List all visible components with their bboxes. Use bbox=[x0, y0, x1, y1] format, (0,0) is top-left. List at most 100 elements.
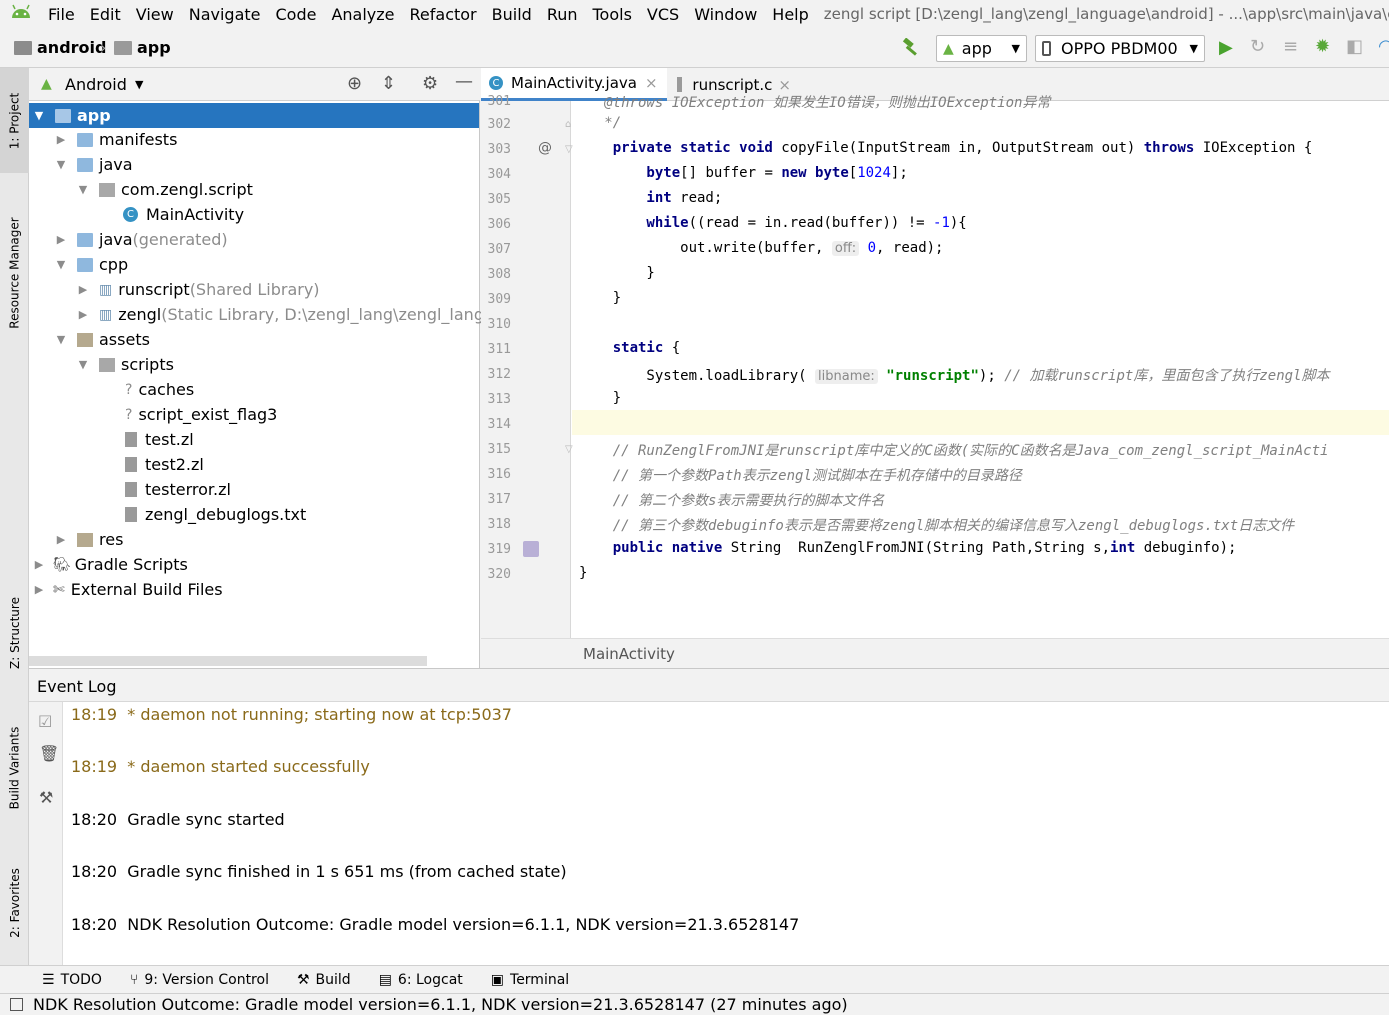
attach-debugger-icon[interactable]: ◧ bbox=[1346, 36, 1363, 57]
menu-analyze[interactable]: Analyze bbox=[331, 5, 394, 24]
menu-refactor[interactable]: Refactor bbox=[410, 5, 477, 24]
menu-run[interactable]: Run bbox=[547, 5, 578, 24]
tree-item-runscript[interactable]: ▶ ▥ runscript (Shared Library) bbox=[77, 277, 320, 302]
menu-build[interactable]: Build bbox=[492, 5, 532, 24]
run-icon[interactable]: ▶ bbox=[1219, 37, 1233, 58]
apply-code-changes-icon[interactable]: ≡ bbox=[1283, 36, 1298, 57]
chevron-right-icon[interactable]: ▶ bbox=[55, 233, 67, 246]
menu-code[interactable]: Code bbox=[276, 5, 317, 24]
build-tool-button[interactable]: ⚒ Build bbox=[297, 972, 351, 988]
structure-tool-tab[interactable]: Z: Structure bbox=[0, 583, 29, 683]
code-editor: C MainActivity.java × runscript.c × 301 … bbox=[481, 68, 1389, 668]
editor-breadcrumb[interactable]: MainActivity bbox=[583, 645, 675, 663]
fold-marker-icon[interactable]: ⌂ bbox=[565, 119, 571, 130]
menu-help[interactable]: Help bbox=[772, 5, 808, 24]
tree-item-caches[interactable]: ? caches bbox=[125, 377, 194, 402]
tree-item-java[interactable]: ▼ java bbox=[55, 152, 133, 177]
chevron-right-icon[interactable]: ▶ bbox=[77, 308, 89, 321]
tree-item-assets[interactable]: ▼ assets bbox=[55, 327, 150, 352]
implementation-marker-icon[interactable]: @ bbox=[538, 140, 552, 156]
tree-item-script-exist-flag3[interactable]: ? script_exist_flag3 bbox=[125, 402, 277, 427]
close-icon[interactable]: × bbox=[778, 76, 791, 94]
close-icon[interactable]: × bbox=[645, 74, 658, 92]
chevron-down-icon[interactable]: ▼ bbox=[33, 109, 45, 122]
line-number: 320 bbox=[487, 567, 511, 582]
menu-file[interactable]: File bbox=[48, 5, 75, 24]
tree-item-res[interactable]: ▶ res bbox=[55, 527, 124, 552]
apply-changes-icon[interactable]: ↻ bbox=[1250, 36, 1265, 57]
favorites-tool-tab[interactable]: 2: Favorites bbox=[0, 853, 29, 953]
chevron-down-icon[interactable]: ▼ bbox=[55, 258, 67, 271]
menu-tools[interactable]: Tools bbox=[593, 5, 632, 24]
project-folder-icon bbox=[14, 41, 32, 55]
chevron-right-icon[interactable]: ▶ bbox=[55, 133, 67, 146]
chevron-right-icon[interactable]: ▶ bbox=[33, 558, 45, 571]
menu-window[interactable]: Window bbox=[694, 5, 757, 24]
gear-icon[interactable]: ⚙ bbox=[422, 73, 438, 94]
minimize-icon[interactable]: — bbox=[455, 71, 473, 92]
status-message[interactable]: NDK Resolution Outcome: Gradle model ver… bbox=[33, 995, 848, 1014]
tree-item-external-build-files[interactable]: ▶ ✄ External Build Files bbox=[33, 577, 223, 602]
tree-item-zengl-debuglogs[interactable]: zengl_debuglogs.txt bbox=[125, 502, 306, 527]
tree-item-package[interactable]: ▼ com.zengl.script bbox=[77, 177, 253, 202]
status-window-icon[interactable] bbox=[10, 998, 23, 1011]
horizontal-scrollbar[interactable] bbox=[29, 656, 427, 666]
build-variants-tool-tab[interactable]: Build Variants bbox=[0, 713, 29, 823]
wrench-icon[interactable]: ⚒ bbox=[39, 788, 53, 807]
version-control-tool-button[interactable]: ⑂ 9: Version Control bbox=[130, 972, 269, 988]
tree-item-manifests[interactable]: ▶ manifests bbox=[55, 127, 178, 152]
locate-target-icon[interactable]: ⊕ bbox=[347, 73, 362, 94]
tree-item-mainactivity[interactable]: C MainActivity bbox=[123, 202, 244, 227]
tree-item-cpp[interactable]: ▼ cpp bbox=[55, 252, 128, 277]
trash-icon[interactable]: 🗑︎ bbox=[39, 744, 59, 763]
navigation-toolbar: android › app ▲ app ▼ OPPO PBDM00 ▼ ▶ ↻ … bbox=[0, 28, 1389, 68]
chevron-down-icon[interactable]: ▼ bbox=[77, 358, 89, 371]
tree-item-test2-zl[interactable]: test2.zl bbox=[125, 452, 204, 477]
logcat-tool-button[interactable]: ▤ 6: Logcat bbox=[379, 972, 463, 988]
terminal-tool-button[interactable]: ▣ Terminal bbox=[491, 972, 569, 988]
chevron-down-icon[interactable]: ▼ bbox=[135, 78, 143, 91]
fold-marker-icon[interactable]: ▽ bbox=[565, 144, 573, 155]
project-view-mode[interactable]: Android bbox=[65, 75, 127, 94]
fold-marker-icon[interactable]: ▽ bbox=[565, 444, 573, 455]
window-title: zengl script [D:\zengl_lang\zengl_langua… bbox=[823, 5, 1389, 23]
parameter-hint: libname: bbox=[815, 369, 878, 384]
menu-view[interactable]: View bbox=[136, 5, 174, 24]
collapse-all-icon[interactable]: ⇕ bbox=[381, 73, 396, 94]
tree-item-zengl[interactable]: ▶ ▥ zengl (Static Library, D:\zengl_lang… bbox=[77, 302, 514, 327]
tree-item-app[interactable]: ▼ app bbox=[29, 103, 479, 128]
native-method-marker-icon[interactable] bbox=[523, 541, 539, 557]
project-tool-tab[interactable]: 1: Project bbox=[0, 68, 29, 173]
bottom-tool-bar: ☰ TODO ⑂ 9: Version Control ⚒ Build ▤ 6:… bbox=[0, 965, 1389, 993]
menu-vcs[interactable]: VCS bbox=[647, 5, 679, 24]
module-folder-icon bbox=[114, 41, 132, 55]
tree-item-scripts[interactable]: ▼ scripts bbox=[77, 352, 174, 377]
chevron-right-icon[interactable]: ▶ bbox=[33, 583, 45, 596]
breadcrumb-root[interactable]: android bbox=[37, 38, 106, 57]
tree-item-java-generated[interactable]: ▶ java (generated) bbox=[55, 227, 228, 252]
breadcrumb-module[interactable]: app bbox=[137, 38, 171, 57]
chevron-down-icon[interactable]: ▼ bbox=[55, 158, 67, 171]
mark-all-read-icon[interactable]: ☑ bbox=[38, 712, 52, 731]
menu-edit[interactable]: Edit bbox=[90, 5, 121, 24]
chevron-right-icon[interactable]: ▶ bbox=[55, 533, 67, 546]
device-select[interactable]: OPPO PBDM00 ▼ bbox=[1035, 35, 1205, 62]
line-number: 306 bbox=[487, 217, 511, 232]
tree-item-test-zl[interactable]: test.zl bbox=[125, 427, 194, 452]
resource-manager-tool-tab[interactable]: Resource Manager bbox=[0, 198, 29, 348]
profile-icon[interactable]: ◠ bbox=[1378, 36, 1389, 57]
folder-icon bbox=[77, 132, 93, 147]
tree-item-gradle-scripts[interactable]: ▶ 🐘︎ Gradle Scripts bbox=[33, 552, 188, 577]
todo-tool-button[interactable]: ☰ TODO bbox=[42, 972, 102, 988]
build-hammer-icon[interactable] bbox=[900, 37, 922, 62]
run-configuration-select[interactable]: ▲ app ▼ bbox=[936, 35, 1027, 62]
chevron-right-icon[interactable]: ▶ bbox=[77, 283, 89, 296]
code-line-308: } bbox=[579, 265, 655, 281]
debug-icon[interactable]: ✹ bbox=[1315, 36, 1330, 57]
class-icon: C bbox=[489, 76, 503, 90]
code-line-311: static { bbox=[579, 340, 681, 356]
chevron-down-icon[interactable]: ▼ bbox=[77, 183, 89, 196]
menu-navigate[interactable]: Navigate bbox=[189, 5, 261, 24]
tree-item-testerror-zl[interactable]: testerror.zl bbox=[125, 477, 231, 502]
chevron-down-icon[interactable]: ▼ bbox=[55, 333, 67, 346]
